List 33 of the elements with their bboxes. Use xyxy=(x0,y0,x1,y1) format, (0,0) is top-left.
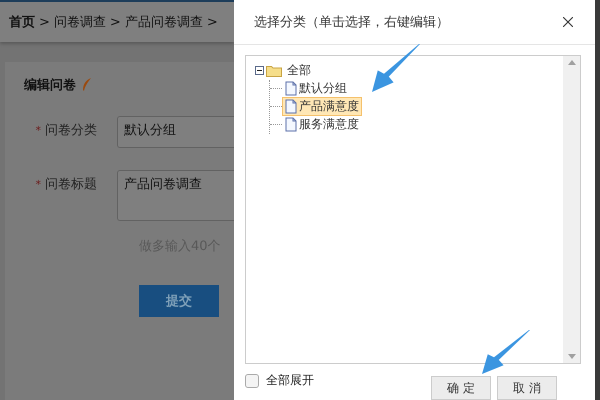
checkbox[interactable] xyxy=(245,374,259,388)
tree-node[interactable]: 默认分组 xyxy=(282,79,350,98)
tree-node[interactable]: 全部 xyxy=(284,61,314,80)
section-title: 编辑问卷 xyxy=(24,76,76,94)
breadcrumb-item: > xyxy=(39,14,50,30)
tree-node[interactable]: 产品满意度 xyxy=(282,97,362,116)
arrow-drawing xyxy=(482,330,530,374)
document-icon xyxy=(285,99,297,114)
breadcrumb-item: > xyxy=(206,14,218,30)
scroll-up-icon[interactable] xyxy=(568,60,576,65)
field-label: 问卷分类 xyxy=(45,123,97,138)
textarea-field[interactable]: 产品问卷调查 xyxy=(117,170,234,221)
required-mark: * xyxy=(36,178,41,191)
breadcrumb-item[interactable]: 首页 xyxy=(9,13,35,31)
folder-icon xyxy=(266,64,282,77)
document-icon xyxy=(285,117,297,132)
breadcrumb-item[interactable]: 产品问卷调查 xyxy=(124,13,203,31)
scroll-down-icon[interactable] xyxy=(568,354,576,359)
input-field[interactable]: 默认分组 xyxy=(117,116,234,148)
field-label: 问卷标题 xyxy=(45,177,97,192)
feather-icon xyxy=(82,78,92,92)
arrow-drawing xyxy=(372,44,420,92)
dialog-title: 选择分类（单击选择，右键编辑） xyxy=(254,14,449,31)
breadcrumb-item: > xyxy=(110,14,121,30)
scrollbar[interactable] xyxy=(563,56,580,363)
tree-node[interactable]: 服务满意度 xyxy=(282,115,362,134)
checkbox-label: 全部展开 xyxy=(266,372,314,389)
document-icon xyxy=(285,81,297,96)
breadcrumb-item[interactable]: 问卷调查 xyxy=(54,13,106,31)
collapse-icon[interactable] xyxy=(255,66,264,76)
required-mark: * xyxy=(36,124,41,137)
confirm-button[interactable]: 确 定 xyxy=(431,376,491,400)
cancel-button[interactable]: 取 消 xyxy=(497,376,557,400)
